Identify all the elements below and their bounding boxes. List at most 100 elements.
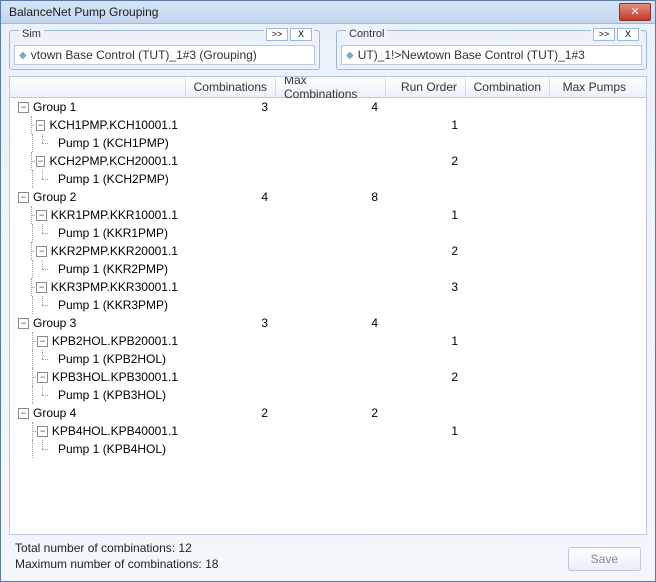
collapse-icon[interactable]: − [36,210,46,221]
collapse-icon[interactable]: − [18,102,29,113]
table-row[interactable]: −KKR3PMP.KKR30001.1 3 [10,278,646,296]
table-row[interactable]: −Group 134 [10,98,646,116]
sim-expand-button[interactable]: >> [266,28,288,41]
cell-combinations: 2 [186,406,276,420]
pump-label: Pump 1 (KKR2PMP) [58,262,168,276]
table-row[interactable]: Pump 1 (KKR3PMP) [10,296,646,314]
sim-label: Sim [19,28,44,40]
table-row[interactable]: Pump 1 (KKR1PMP) [10,224,646,242]
total-combinations-label: Total number of combinations: 12 [15,541,568,555]
tree-cell[interactable]: −Group 1 [10,100,186,114]
node-label: KKR3PMP.KKR30001.1 [51,280,178,294]
save-button[interactable]: Save [568,547,641,571]
cell-run-order: 1 [386,208,466,222]
tree-cell[interactable]: −KKR1PMP.KKR10001.1 [10,206,186,224]
cell-run-order: 1 [386,118,466,132]
document-icon: ◆ [19,50,27,61]
node-label: KPB2HOL.KPB20001.1 [52,334,178,348]
collapse-icon[interactable]: − [37,426,48,437]
tree-cell[interactable]: −Group 3 [10,316,186,330]
group-label: Group 3 [33,316,76,330]
tree-cell[interactable]: −KPB4HOL.KPB40001.1 [10,422,186,440]
sim-dropzone: Sim >> X ◆ vtown Base Control (TUT)_1#3 … [9,30,320,70]
grid-body[interactable]: −Group 134−KCH1PMP.KCH10001.11Pump 1 (KC… [10,98,646,534]
tree-cell[interactable]: −KKR3PMP.KKR30001.1 [10,278,186,296]
table-row[interactable]: −KPB3HOL.KPB30001.12 [10,368,646,386]
tree-cell[interactable]: −Group 2 [10,190,186,204]
collapse-icon[interactable]: − [18,408,29,419]
tree-cell[interactable]: Pump 1 (KCH2PMP) [10,170,186,188]
table-row[interactable]: Pump 1 (KCH2PMP) [10,170,646,188]
titlebar: BalanceNet Pump Grouping ✕ [1,1,655,24]
collapse-icon[interactable]: − [36,156,46,167]
maximum-combinations-label: Maximum number of combinations: 18 [15,557,568,571]
column-header-combination[interactable]: Combination [466,77,550,97]
tree-cell[interactable]: Pump 1 (KCH1PMP) [10,134,186,152]
table-row[interactable]: −Group 422 [10,404,646,422]
column-header-max-pumps[interactable]: Max Pumps [550,77,634,97]
control-expand-button[interactable]: >> [593,28,615,41]
table-row[interactable]: −Group 334 [10,314,646,332]
sim-value-field[interactable]: ◆ vtown Base Control (TUT)_1#3 (Grouping… [14,45,315,65]
tree-cell[interactable]: Pump 1 (KKR3PMP) [10,296,186,314]
table-row[interactable]: Pump 1 (KKR2PMP) [10,260,646,278]
column-header-combinations[interactable]: Combinations [186,77,276,97]
tree-cell[interactable]: Pump 1 (KKR1PMP) [10,224,186,242]
table-row[interactable]: Pump 1 (KPB4HOL) [10,440,646,458]
sim-value-text: vtown Base Control (TUT)_1#3 (Grouping) [31,48,257,62]
sim-clear-button[interactable]: X [290,28,312,41]
tree-cell[interactable]: Pump 1 (KKR2PMP) [10,260,186,278]
table-row[interactable]: −KCH2PMP.KCH20001.1 2 [10,152,646,170]
cell-max-combinations: 8 [276,190,386,204]
table-row[interactable]: −KCH1PMP.KCH10001.1 1 [10,116,646,134]
close-button[interactable]: ✕ [619,3,651,21]
column-header-tree[interactable] [10,77,186,97]
cell-combinations: 3 [186,316,276,330]
table-row[interactable]: −Group 248 [10,188,646,206]
cell-max-combinations: 2 [276,406,386,420]
node-label: KPB4HOL.KPB40001.1 [52,424,178,438]
cell-run-order: 3 [386,280,466,294]
cell-run-order: 1 [386,334,466,348]
tree-cell[interactable]: −KCH1PMP.KCH10001.1 [10,116,186,134]
collapse-icon[interactable]: − [18,318,29,329]
table-row[interactable]: −KPB4HOL.KPB40001.11 [10,422,646,440]
control-value-field[interactable]: ◆ UT)_1!>Newtown Base Control (TUT)_1#3 [341,45,642,65]
pump-label: Pump 1 (KKR1PMP) [58,226,168,240]
table-row[interactable]: Pump 1 (KPB3HOL) [10,386,646,404]
tree-cell[interactable]: −Group 4 [10,406,186,420]
table-row[interactable]: −KKR1PMP.KKR10001.1 1 [10,206,646,224]
table-row[interactable]: Pump 1 (KPB2HOL) [10,350,646,368]
tree-cell[interactable]: −KKR2PMP.KKR20001.1 [10,242,186,260]
collapse-icon[interactable]: − [37,372,48,383]
document-icon: ◆ [346,50,354,61]
tree-cell[interactable]: −KPB3HOL.KPB30001.1 [10,368,186,386]
tree-cell[interactable]: Pump 1 (KPB2HOL) [10,350,186,368]
group-label: Group 2 [33,190,76,204]
column-header-max-combinations[interactable]: Max Combinations [276,77,386,97]
cell-run-order: 2 [386,154,466,168]
collapse-icon[interactable]: − [36,246,46,257]
cell-combinations: 4 [186,190,276,204]
table-row[interactable]: Pump 1 (KCH1PMP) [10,134,646,152]
control-clear-button[interactable]: X [617,28,639,41]
collapse-icon[interactable]: − [36,282,46,293]
collapse-icon[interactable]: − [37,336,48,347]
pump-label: Pump 1 (KCH1PMP) [58,136,169,150]
tree-cell[interactable]: −KPB2HOL.KPB20001.1 [10,332,186,350]
node-label: KCH1PMP.KCH10001.1 [49,118,178,132]
group-label: Group 1 [33,100,76,114]
close-icon: ✕ [630,7,639,18]
table-row[interactable]: −KKR2PMP.KKR20001.12 [10,242,646,260]
window: BalanceNet Pump Grouping ✕ Sim >> X ◆ vt… [0,0,656,582]
collapse-icon[interactable]: − [36,120,46,131]
pump-label: Pump 1 (KPB2HOL) [58,352,166,366]
control-value-text: UT)_1!>Newtown Base Control (TUT)_1#3 [358,48,585,62]
column-header-run-order[interactable]: Run Order [386,77,466,97]
tree-cell[interactable]: Pump 1 (KPB4HOL) [10,440,186,458]
tree-cell[interactable]: Pump 1 (KPB3HOL) [10,386,186,404]
node-label: KCH2PMP.KCH20001.1 [49,154,178,168]
tree-cell[interactable]: −KCH2PMP.KCH20001.1 [10,152,186,170]
table-row[interactable]: −KPB2HOL.KPB20001.1 1 [10,332,646,350]
collapse-icon[interactable]: − [18,192,29,203]
